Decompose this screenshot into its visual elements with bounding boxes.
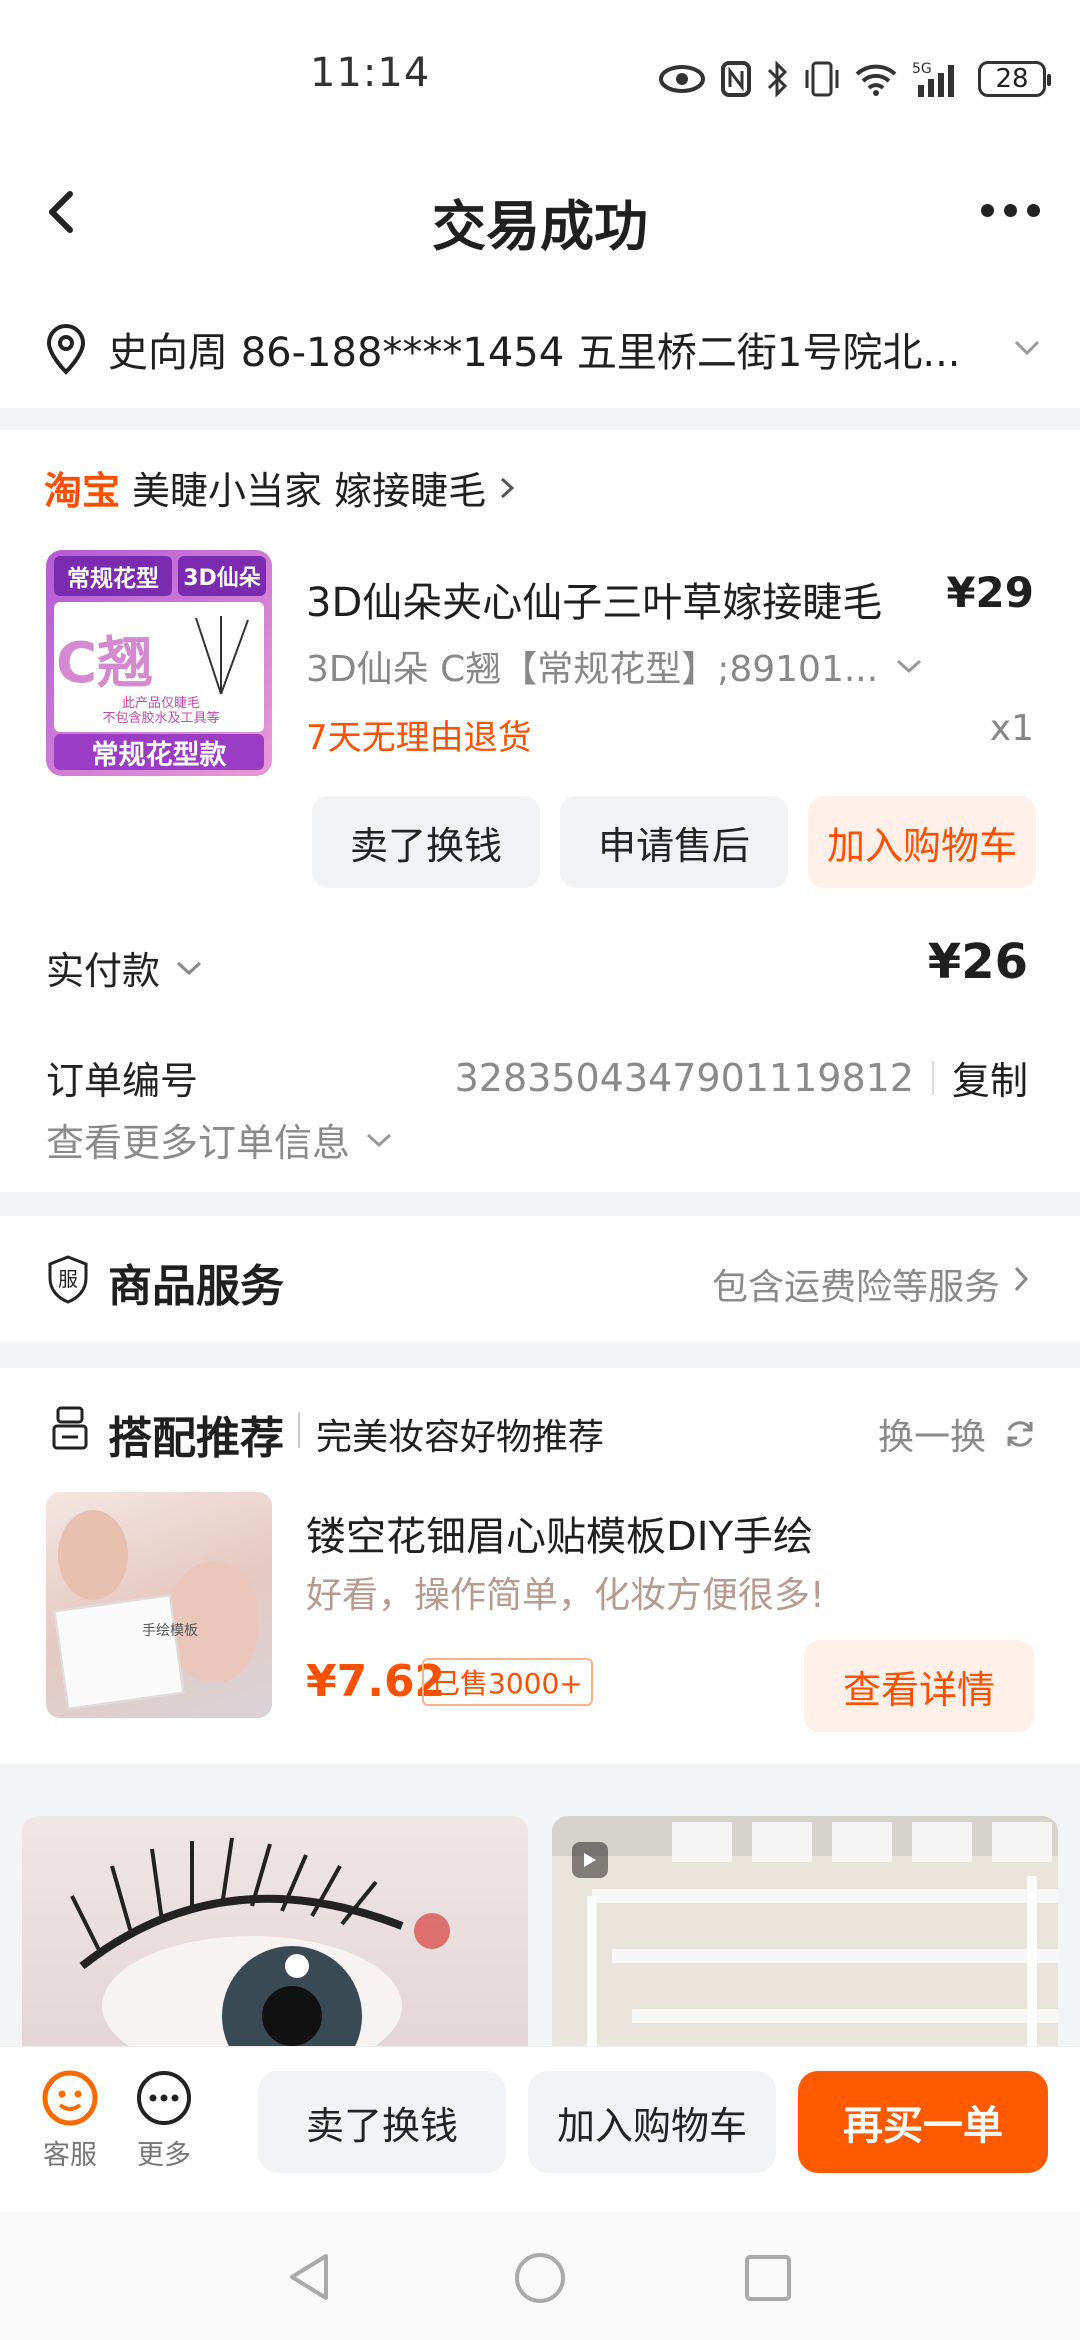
face-shape [58, 1510, 128, 1600]
order-number-label: 订单编号 [46, 1059, 199, 1103]
more-button[interactable]: 更多 [128, 2069, 200, 2172]
recommend-item-desc: 好看，操作简单，化妆方便很多! [306, 1575, 825, 1616]
chevron-down-icon [897, 659, 922, 674]
system-navigation-bar [0, 2212, 1080, 2340]
address-row[interactable]: 史向周 86-188****1454 五里桥二街1号院北... [0, 290, 1080, 408]
recommend-thumbnail[interactable]: 手绘模板 [46, 1492, 272, 1718]
bundle-icon [52, 1406, 88, 1450]
shelf-image [552, 1816, 1058, 2056]
add-to-cart-button[interactable]: 加入购物车 [808, 796, 1036, 888]
svg-text:5G: 5G [912, 61, 932, 77]
bottom-action-bar: 客服 更多 卖了换钱 加入购物车 再买一单 [0, 2046, 1080, 2212]
dot-icon [980, 203, 994, 217]
more-circle-icon [137, 2071, 191, 2125]
customer-service-button[interactable]: 客服 [34, 2069, 106, 2172]
order-number: 3283504347901119812 [454, 1055, 914, 1100]
more-order-info-label: 查看更多订单信息 [46, 1121, 351, 1165]
payment-label: 实付款 [46, 949, 161, 993]
thumb-tag: 3D仙朵 [178, 556, 266, 596]
status-icons: 5G 28 [658, 54, 1051, 104]
payment-toggle[interactable]: 实付款 [46, 940, 206, 995]
service-icon-label: 服 [58, 1267, 78, 1291]
page-title: 交易成功 [432, 195, 648, 258]
refresh-icon [1007, 1421, 1033, 1447]
copy-button[interactable]: 复制 [952, 1050, 1028, 1105]
after-sales-button[interactable]: 申请售后 [560, 796, 788, 888]
order-detail-page: 11:14 5G 28 交易成功 史向周 86-188****1454 五里桥二… [0, 0, 1080, 2340]
template-sheet [53, 1594, 185, 1710]
recommend-title: 搭配推荐 [108, 1413, 284, 1464]
thumb-tag: 常规花型 [54, 556, 172, 596]
store-link[interactable]: 淘宝 美睫小当家 嫁接睫毛 [44, 460, 522, 515]
status-time: 11:14 [310, 50, 431, 96]
sell-button[interactable]: 卖了换钱 [312, 796, 540, 888]
vibrate-icon [805, 61, 839, 97]
service-title: 商品服务 [108, 1261, 284, 1312]
chevron-right-icon [501, 477, 515, 498]
product-title[interactable]: 3D仙朵夹心仙子三叶草嫁接睫毛 [306, 570, 882, 628]
system-home-icon[interactable] [512, 2250, 568, 2306]
dot-icon [1026, 203, 1040, 217]
bluetooth-icon [767, 60, 788, 98]
nfc-icon [721, 61, 751, 97]
chevron-right-icon [1014, 1266, 1029, 1292]
thumb-caption: 手绘模板 [142, 1623, 198, 1639]
chevron-down-icon [177, 961, 202, 975]
more-options-button[interactable] [970, 192, 1050, 228]
sold-badge: 已售3000+ [422, 1658, 593, 1706]
order-card: 淘宝 美睫小当家 嫁接睫毛 常规花型 3D仙朵 C翘 此产品仅睫毛 不包含胶水及… [0, 430, 1080, 1192]
buy-again-button[interactable]: 再买一单 [798, 2071, 1048, 2173]
recommend-subtitle: 完美妆容好物推荐 [316, 1417, 605, 1458]
video-play-badge [572, 1842, 608, 1878]
play-icon [584, 1853, 596, 1867]
sell-for-cash-button[interactable]: 卖了换钱 [258, 2071, 506, 2173]
customer-service-icon [42, 2070, 98, 2126]
order-number-row: 3283504347901119812 复制 [455, 1050, 1028, 1105]
more-order-info[interactable]: 查看更多订单信息 [46, 1112, 396, 1167]
product-thumbnail[interactable]: 常规花型 3D仙朵 C翘 此产品仅睫毛 不包含胶水及工具等 常规花型款 [46, 550, 272, 776]
more-label: 更多 [137, 2140, 191, 2171]
store-name: 美睫小当家 嫁接睫毛 [132, 469, 487, 513]
thumb-note: 此产品仅睫毛 不包含胶水及工具等 [102, 696, 220, 726]
divider [298, 1412, 300, 1448]
eye-image [70, 1837, 450, 2056]
nav-bar: 交易成功 [0, 140, 1080, 290]
chevron-down-icon [367, 1133, 392, 1147]
address-text: 史向周 86-188****1454 五里桥二街1号院北... [108, 330, 961, 376]
lash-fan-icon [195, 616, 249, 695]
chevron-down-icon [1014, 340, 1040, 356]
product-sku[interactable]: 3D仙朵 C翘【常规花型】;89101... [306, 640, 926, 692]
recommend-item-title[interactable]: 镂空花钿眉心贴模板DIY手绘 [306, 1504, 813, 1562]
system-recents-icon[interactable] [742, 2252, 794, 2304]
status-bar: 11:14 5G 28 [0, 0, 1080, 140]
product-qty: x1 [989, 708, 1034, 749]
wifi-icon [855, 64, 897, 96]
taobao-brand: 淘宝 [44, 469, 121, 513]
divider [931, 1060, 934, 1095]
return-policy: 7天无理由退货 [306, 718, 532, 758]
dot-icon [1003, 203, 1017, 217]
product-price: ¥29 [946, 568, 1034, 617]
refresh-label: 换一换 [877, 1417, 986, 1458]
service-desc: 包含运费险等服务 [711, 1267, 1000, 1308]
shield-service-icon: 服 [46, 1254, 90, 1308]
payment-amount: ¥26 [927, 934, 1028, 990]
thumb-curl-label: C翘 [56, 631, 154, 696]
thumb-bottom-label: 常规花型款 [54, 734, 264, 771]
refresh-button[interactable]: 换一换 [878, 1408, 1038, 1460]
customer-service-label: 客服 [43, 2140, 97, 2171]
eye-icon [659, 65, 705, 93]
sku-text: 3D仙朵 C翘【常规花型】;89101... [306, 649, 879, 690]
recommend-card: 搭配推荐 完美妆容好物推荐 换一换 手绘模板 镂空花钿眉心贴模板DIY手绘 好看… [0, 1368, 1080, 1764]
battery-indicator: 28 [978, 61, 1051, 97]
location-pin-icon [46, 324, 86, 375]
service-card[interactable]: 服 商品服务 包含运费险等服务 [0, 1216, 1080, 1342]
system-back-icon[interactable] [284, 2250, 334, 2304]
signal-5g-icon: 5G [912, 61, 954, 97]
view-details-button[interactable]: 查看详情 [804, 1640, 1034, 1732]
bottom-add-to-cart-button[interactable]: 加入购物车 [528, 2071, 776, 2173]
feed-item-shelf-video[interactable] [552, 1816, 1058, 2056]
feed-item-eye-lashes[interactable] [22, 1816, 528, 2056]
